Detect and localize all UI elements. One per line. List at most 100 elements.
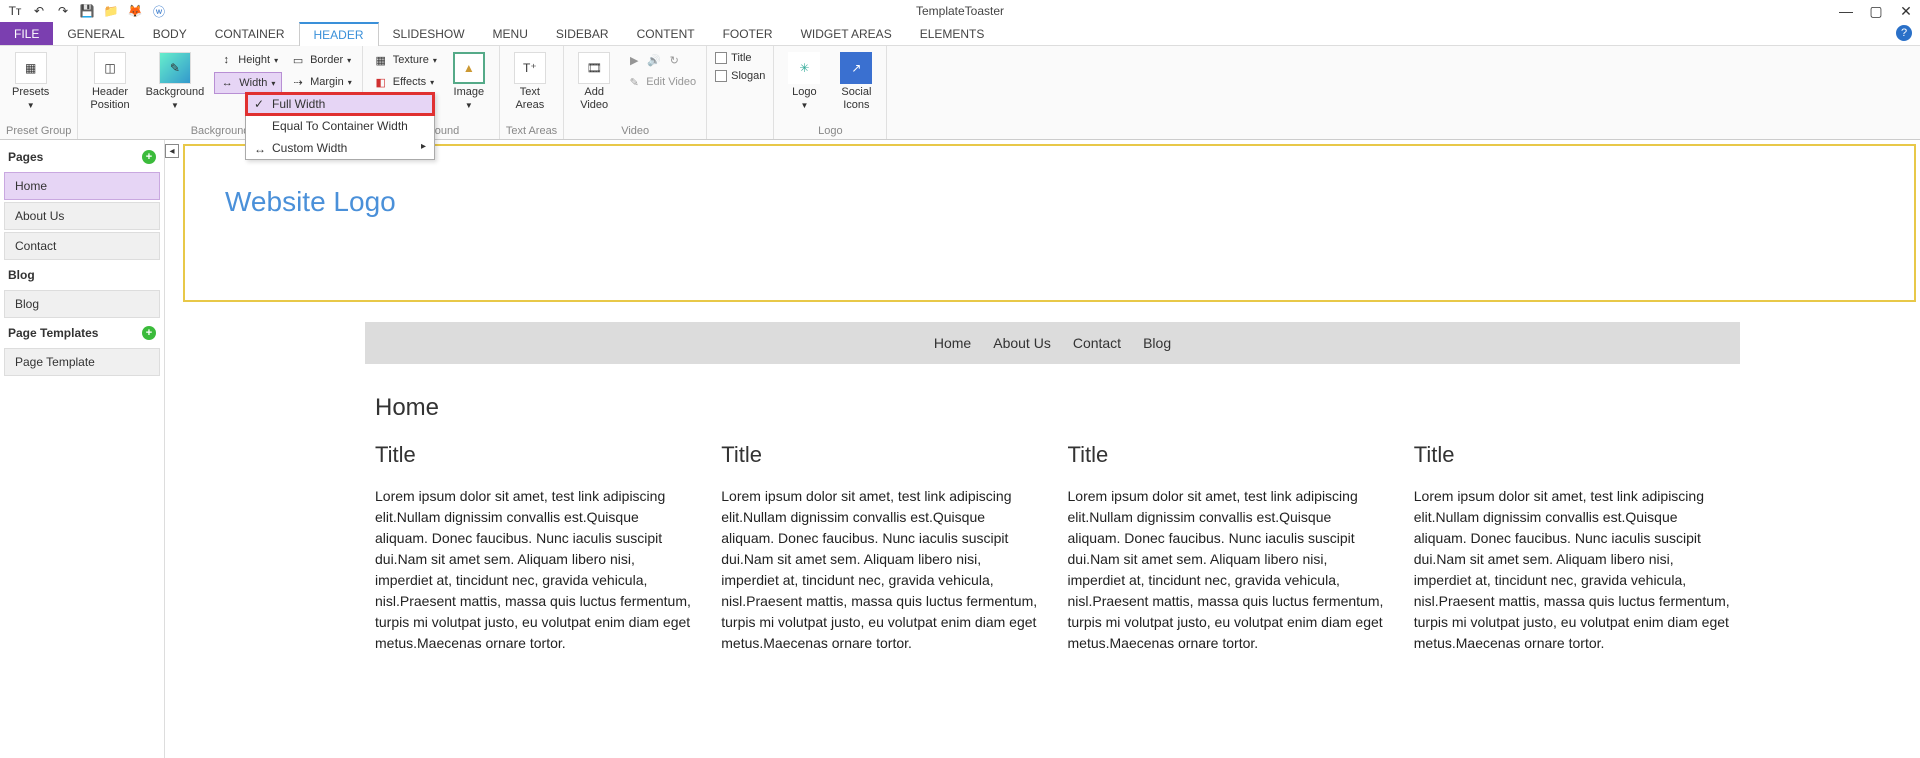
column-title: Title — [1414, 442, 1730, 468]
collapse-sidebar-handle[interactable]: ◂ — [165, 144, 179, 158]
text-areas-button[interactable]: T⁺ Text Areas — [506, 50, 554, 123]
column-1[interactable]: Title Lorem ipsum dolor sit amet, test l… — [375, 442, 691, 654]
ribbon-group-text-areas: T⁺ Text Areas Text Areas — [500, 46, 564, 139]
logo-icon: ✳ — [788, 52, 820, 84]
column-title: Title — [375, 442, 691, 468]
tab-elements[interactable]: ELEMENTS — [906, 22, 999, 45]
texture-button[interactable]: ▦Texture ▾ — [369, 50, 441, 70]
add-video-button[interactable]: 🎞 Add Video — [570, 50, 618, 123]
website-logo-text[interactable]: Website Logo — [225, 186, 1874, 218]
background-icon: ✎ — [159, 52, 191, 84]
height-button[interactable]: ↕Height ▾ — [214, 50, 282, 70]
tab-menu[interactable]: MENU — [479, 22, 542, 45]
header-region[interactable]: Website Logo — [183, 144, 1916, 302]
video-icon: 🎞 — [578, 52, 610, 84]
tab-sidebar[interactable]: SIDEBAR — [542, 22, 623, 45]
page-heading[interactable]: Home — [375, 394, 1740, 422]
chevron-down-icon: ▼ — [465, 101, 473, 110]
help-icon[interactable]: ? — [1896, 25, 1912, 41]
ribbon-group-logo: ✳ Logo ▼ ↗ Social Icons Logo — [774, 46, 887, 139]
sound-icon: 🔊 — [646, 52, 662, 68]
design-canvas[interactable]: ◂ Website Logo Home About Us Contact Blo… — [165, 140, 1920, 758]
column-title: Title — [721, 442, 1037, 468]
tab-widget-areas[interactable]: WIDGET AREAS — [787, 22, 906, 45]
sidebar-header-pages: Pages + — [4, 144, 160, 170]
column-text: Lorem ipsum dolor sit amet, test link ad… — [1414, 486, 1730, 654]
border-icon: ▭ — [290, 52, 306, 68]
sidebar-item-blog[interactable]: Blog — [4, 290, 160, 318]
tab-body[interactable]: BODY — [139, 22, 201, 45]
ribbon-group-video: 🎞 Add Video ▶🔊↻ ✎Edit Video Video — [564, 46, 707, 139]
column-text: Lorem ipsum dolor sit amet, test link ad… — [721, 486, 1037, 654]
width-dropdown-menu: ✓ Full Width Equal To Container Width ↔ … — [245, 92, 435, 160]
margin-icon: ⇢ — [290, 74, 306, 90]
image-icon: ▲ — [453, 52, 485, 84]
dropdown-item-equal-container[interactable]: Equal To Container Width — [246, 115, 434, 137]
loop-icon: ↻ — [666, 52, 682, 68]
folder-icon[interactable]: 📁 — [102, 2, 120, 20]
columns-row: Title Lorem ipsum dolor sit amet, test l… — [365, 442, 1740, 654]
social-icons-button[interactable]: ↗ Social Icons — [832, 50, 880, 123]
share-icon: ↗ — [840, 52, 872, 84]
image-button[interactable]: ▲ Image ▼ — [445, 50, 493, 123]
wordpress-icon[interactable]: ⓦ — [150, 2, 168, 20]
file-tab[interactable]: FILE — [0, 22, 53, 45]
checkbox-icon — [715, 52, 727, 64]
add-template-button[interactable]: + — [142, 326, 156, 340]
minimize-icon[interactable]: — — [1836, 1, 1856, 21]
chevron-down-icon: ▼ — [800, 101, 808, 110]
save-icon[interactable]: 💾 — [78, 2, 96, 20]
sidebar-item-template[interactable]: Page Template — [4, 348, 160, 376]
width-button[interactable]: ↔Width ▾ — [214, 72, 282, 94]
header-position-icon: ◫ — [94, 52, 126, 84]
nav-link-about[interactable]: About Us — [993, 335, 1051, 351]
chevron-down-icon: ▼ — [171, 101, 179, 110]
tab-container[interactable]: CONTAINER — [201, 22, 299, 45]
logo-button[interactable]: ✳ Logo ▼ — [780, 50, 828, 123]
effects-icon: ◧ — [373, 74, 389, 90]
browser-icon[interactable]: 🦊 — [126, 2, 144, 20]
nav-link-home[interactable]: Home — [934, 335, 971, 351]
menu-bar: FILE GENERAL BODY CONTAINER HEADER SLIDE… — [0, 22, 1920, 46]
title-checkbox[interactable]: Title — [713, 50, 767, 66]
ribbon-group-presets: ▦ Presets ▼ Preset Group — [0, 46, 78, 139]
tab-content[interactable]: CONTENT — [623, 22, 709, 45]
nav-link-blog[interactable]: Blog — [1143, 335, 1171, 351]
column-2[interactable]: Title Lorem ipsum dolor sit amet, test l… — [721, 442, 1037, 654]
sidebar-item-about[interactable]: About Us — [4, 202, 160, 230]
border-button[interactable]: ▭Border ▾ — [286, 50, 356, 70]
background-button[interactable]: ✎ Background ▼ — [140, 50, 211, 123]
header-position-button[interactable]: ◫ Header Position — [84, 50, 135, 123]
margin-button[interactable]: ⇢Margin ▾ — [286, 72, 356, 92]
checkbox-icon — [715, 70, 727, 82]
sidebar-item-contact[interactable]: Contact — [4, 232, 160, 260]
sidebar-item-home[interactable]: Home — [4, 172, 160, 200]
add-page-button[interactable]: + — [142, 150, 156, 164]
close-icon[interactable]: ✕ — [1896, 1, 1916, 21]
dropdown-item-full-width[interactable]: ✓ Full Width — [246, 93, 434, 115]
text-tool-icon[interactable]: Tᴛ — [6, 2, 24, 20]
presets-button[interactable]: ▦ Presets ▼ — [6, 50, 55, 123]
undo-icon[interactable]: ↶ — [30, 2, 48, 20]
tab-general[interactable]: GENERAL — [53, 22, 138, 45]
column-4[interactable]: Title Lorem ipsum dolor sit amet, test l… — [1414, 442, 1730, 654]
slogan-checkbox[interactable]: Slogan — [713, 68, 767, 84]
height-icon: ↕ — [218, 52, 234, 68]
tab-header[interactable]: HEADER — [299, 22, 379, 46]
chevron-down-icon: ▼ — [27, 101, 35, 110]
app-title: TemplateToaster — [916, 4, 1004, 18]
column-text: Lorem ipsum dolor sit amet, test link ad… — [1068, 486, 1384, 654]
title-bar: Tᴛ ↶ ↷ 💾 📁 🦊 ⓦ TemplateToaster — ▢ ✕ — [0, 0, 1920, 22]
tab-slideshow[interactable]: SLIDESHOW — [379, 22, 479, 45]
quick-access-toolbar: Tᴛ ↶ ↷ 💾 📁 🦊 ⓦ — [0, 0, 174, 22]
dropdown-item-custom-width[interactable]: ↔ Custom Width — [246, 137, 434, 159]
tab-footer[interactable]: FOOTER — [709, 22, 787, 45]
nav-link-contact[interactable]: Contact — [1073, 335, 1121, 351]
effects-button[interactable]: ◧Effects ▾ — [369, 72, 441, 92]
video-controls: ▶🔊↻ — [622, 50, 700, 70]
edit-video-button: ✎Edit Video — [622, 72, 700, 92]
redo-icon[interactable]: ↷ — [54, 2, 72, 20]
restore-icon[interactable]: ▢ — [1866, 1, 1886, 21]
column-3[interactable]: Title Lorem ipsum dolor sit amet, test l… — [1068, 442, 1384, 654]
workspace: Pages + Home About Us Contact Blog Blog … — [0, 140, 1920, 758]
